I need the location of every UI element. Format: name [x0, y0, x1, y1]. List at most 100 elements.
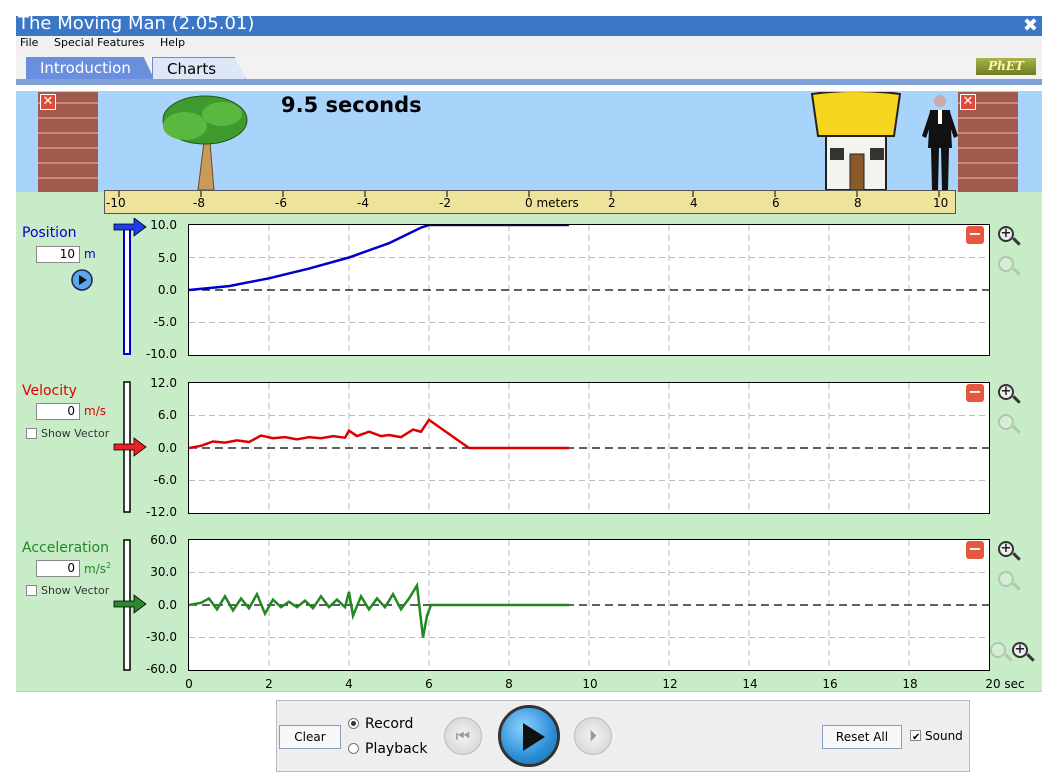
acceleration-show-vector-checkbox[interactable]: Show Vector — [26, 584, 109, 597]
sound-checkbox[interactable]: Sound — [910, 729, 963, 743]
y-tick-label: -60.0 — [145, 662, 177, 676]
ruler-label: 2 — [608, 196, 616, 210]
velocity-plot-canvas — [188, 383, 989, 513]
record-radio[interactable]: Record — [348, 716, 413, 732]
velocity-label: Velocity — [22, 383, 77, 399]
position-play-icon[interactable] — [70, 268, 94, 292]
moving-man-figure[interactable] — [922, 92, 958, 192]
x-tick-label: 10 — [582, 677, 598, 691]
position-zoom-out-icon[interactable] — [998, 256, 1022, 280]
x-tick-label: 18 — [902, 677, 918, 691]
y-tick-label: 60.0 — [150, 533, 177, 547]
y-tick-label: 5.0 — [157, 251, 177, 265]
acceleration-value-input[interactable]: 0 — [36, 560, 80, 577]
velocity-value-input[interactable]: 0 — [36, 403, 80, 420]
position-ruler: -10 -8 -6 -4 -2 0 meters 2 4 6 8 10 — [104, 190, 956, 214]
series-line-acceleration — [188, 581, 569, 638]
ruler-label: 4 — [690, 196, 698, 210]
house-icon — [810, 92, 902, 191]
x-tick-label: 12 — [662, 677, 678, 691]
time-zoom-in-icon[interactable]: + — [1012, 642, 1036, 666]
menu-special-features[interactable]: Special Features — [54, 36, 144, 49]
reset-all-button[interactable]: Reset All — [822, 725, 902, 749]
tab-charts[interactable]: Charts — [152, 57, 246, 79]
x-tick-label: 16 — [822, 677, 838, 691]
acceleration-plot[interactable] — [188, 539, 990, 671]
y-tick-label: -30.0 — [145, 630, 177, 644]
position-plot[interactable] — [188, 223, 990, 356]
handle — [1012, 395, 1021, 404]
ruler-label: 10 — [933, 196, 949, 210]
tab-introduction[interactable]: Introduction — [26, 57, 154, 79]
close-icon[interactable]: ✖ — [1023, 15, 1038, 36]
acceleration-unit-sup: 2 — [105, 561, 112, 570]
title-bar: The Moving Man (2.05.01) ✖ — [16, 13, 1042, 36]
playback-label: Playback — [365, 741, 428, 757]
right-wall-close-icon[interactable]: ✕ — [960, 94, 976, 110]
tree-icon — [162, 95, 248, 191]
position-zoom-in-icon[interactable]: + — [998, 226, 1022, 250]
menu-file[interactable]: File — [20, 36, 38, 49]
velocity-zoom-in-icon[interactable]: + — [998, 384, 1022, 408]
x-tick-label: 2 — [265, 677, 273, 691]
play-button[interactable] — [498, 705, 560, 767]
ruler-label: 8 — [854, 196, 862, 210]
x-tick-label: 8 — [505, 677, 513, 691]
radio-dot[interactable] — [348, 743, 359, 754]
time-readout: 9.5 seconds — [281, 93, 422, 117]
y-tick-label: 0.0 — [157, 441, 177, 455]
tab-bar: Introduction Charts PhET — [16, 51, 1042, 85]
velocity-zoom-out-icon[interactable] — [998, 414, 1022, 438]
y-tick-label: -6.0 — [153, 473, 177, 487]
acceleration-zoom-in-icon[interactable]: + — [998, 541, 1022, 565]
minimize-acceleration-chart-button[interactable]: − — [966, 541, 984, 559]
y-tick-label: -10.0 — [145, 347, 177, 361]
y-tick-label: 0.0 — [157, 598, 177, 612]
acceleration-label: Acceleration — [22, 540, 109, 556]
y-tick-label: 6.0 — [157, 408, 177, 422]
checkbox-box[interactable] — [26, 428, 37, 439]
velocity-show-vector-checkbox[interactable]: Show Vector — [26, 427, 109, 440]
y-tick-label: 0.0 — [157, 283, 177, 297]
menu-help[interactable]: Help — [160, 36, 185, 49]
step-forward-button[interactable]: ⏵ — [574, 717, 612, 755]
ruler-label: 6 — [772, 196, 780, 210]
minimize-velocity-chart-button[interactable]: − — [966, 384, 984, 402]
playback-radio[interactable]: Playback — [348, 741, 427, 757]
ruler-label: -8 — [193, 196, 205, 210]
position-value-input[interactable]: 10 — [36, 246, 80, 263]
x-tick-label: 14 — [742, 677, 758, 691]
ruler-label: 0 meters — [525, 196, 579, 210]
play-icon — [523, 723, 545, 751]
position-unit: m — [84, 247, 96, 261]
x-tick-label: 0 — [185, 677, 193, 691]
time-zoom-out-icon[interactable] — [990, 642, 1014, 666]
minimize-position-chart-button[interactable]: − — [966, 226, 984, 244]
rewind-button[interactable]: ⏮ — [444, 717, 482, 755]
x-tick-label: 4 — [345, 677, 353, 691]
y-tick-label: 10.0 — [150, 218, 177, 232]
y-tick-label: 30.0 — [150, 565, 177, 579]
window-title: The Moving Man (2.05.01) — [18, 13, 255, 34]
checkbox-box[interactable] — [910, 730, 921, 741]
handle — [1012, 237, 1021, 246]
acceleration-zoom-out-icon[interactable] — [998, 571, 1022, 595]
handle — [1012, 582, 1021, 591]
radio-dot[interactable] — [348, 718, 359, 729]
velocity-unit: m/s — [84, 404, 106, 418]
ruler-label: -4 — [357, 196, 369, 210]
clear-button[interactable]: Clear — [279, 725, 341, 749]
velocity-plot[interactable] — [188, 382, 990, 514]
handle — [1012, 267, 1021, 276]
acceleration-unit-text: m/s — [84, 562, 106, 576]
y-tick-label: -12.0 — [145, 505, 177, 519]
sound-label: Sound — [925, 729, 963, 743]
menu-bar: File Special Features Help — [16, 36, 1042, 51]
ruler-label: -6 — [275, 196, 287, 210]
x-tick-label: 20 sec — [985, 677, 1025, 691]
position-label: Position — [22, 225, 77, 241]
position-plot-canvas — [188, 223, 989, 355]
checkbox-box[interactable] — [26, 585, 37, 596]
acceleration-show-vector-label: Show Vector — [41, 584, 110, 597]
left-wall-close-icon[interactable]: ✕ — [40, 94, 56, 110]
